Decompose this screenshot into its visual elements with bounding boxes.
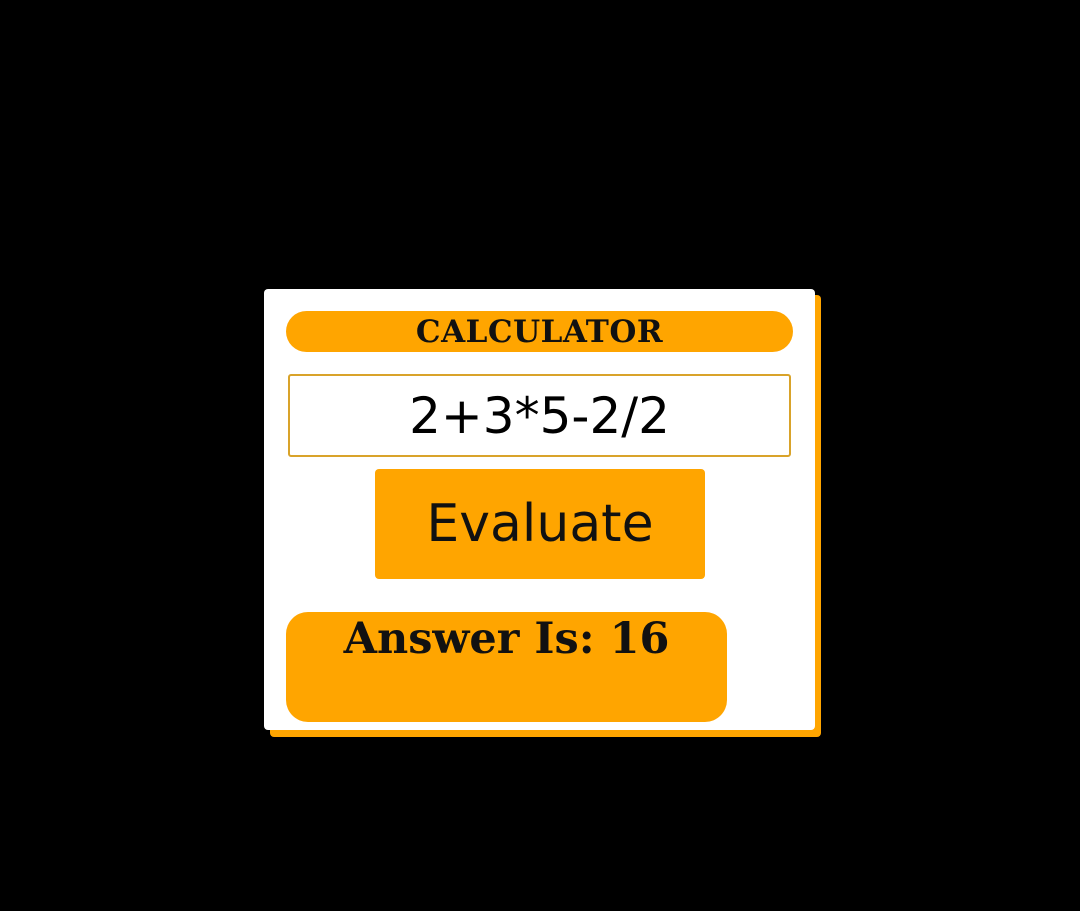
app-title: CALCULATOR <box>415 313 664 350</box>
answer-box: Answer Is: 16 <box>286 612 727 722</box>
app-screen: CALCULATOR Evaluate Answer Is: 16 <box>0 0 1080 911</box>
evaluate-button[interactable]: Evaluate <box>375 469 705 579</box>
calculator-card: CALCULATOR Evaluate Answer Is: 16 <box>264 289 815 730</box>
title-bar: CALCULATOR <box>286 311 793 352</box>
expression-input[interactable] <box>288 374 791 457</box>
answer-text: Answer Is: 16 <box>343 614 670 664</box>
